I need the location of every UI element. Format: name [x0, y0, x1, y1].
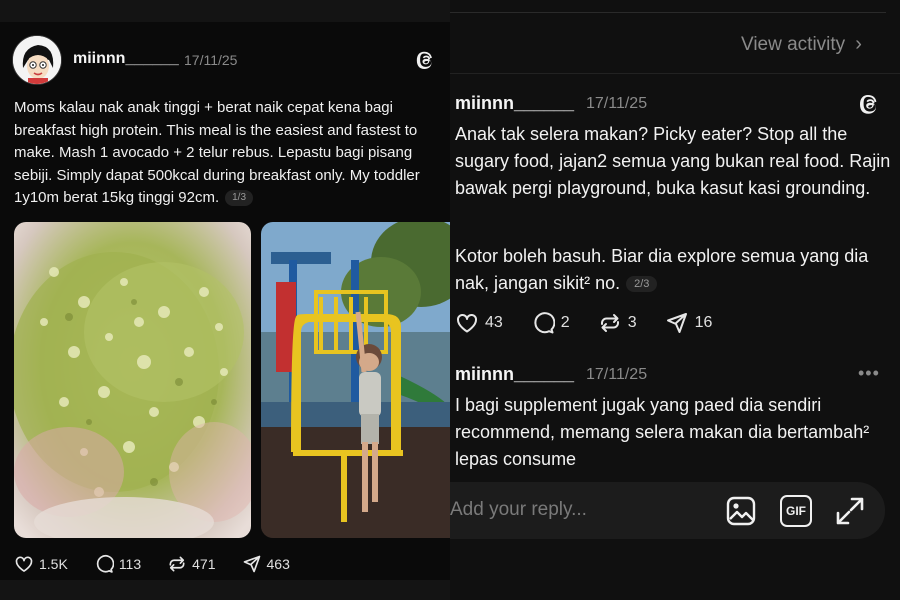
comment-icon — [96, 555, 114, 573]
gif-icon[interactable]: GIF — [780, 495, 812, 527]
repost-button[interactable]: 3 — [598, 311, 637, 335]
share-button[interactable]: 16 — [665, 311, 713, 335]
thread-post-paragraph-2-text: Kotor boleh basuh. Biar dia explore semu… — [455, 246, 869, 293]
playground-image — [261, 222, 450, 538]
top-strip — [0, 0, 450, 22]
divider — [450, 73, 900, 74]
share-icon — [666, 313, 687, 333]
reply-composer: GIF — [450, 482, 885, 539]
repost-icon — [600, 314, 619, 332]
reply-date: 17/11/25 — [586, 366, 648, 383]
avatar[interactable] — [12, 35, 62, 85]
divider — [450, 12, 886, 13]
comment-count: 113 — [118, 556, 142, 572]
more-options-icon[interactable]: ••• — [858, 363, 880, 384]
gif-label: GIF — [786, 504, 806, 518]
page-indicator: 2/3 — [626, 276, 658, 292]
expand-icon[interactable] — [834, 495, 866, 527]
comment-count: 2 — [560, 314, 570, 331]
repost-count: 3 — [627, 314, 637, 331]
thread-post-date: 17/11/25 — [586, 95, 648, 112]
reply-username[interactable]: miinnn______ — [455, 364, 574, 385]
like-count: 1.5K — [39, 556, 68, 572]
post-image-playground[interactable] — [261, 222, 450, 538]
post-text: Moms kalau nak anak tinggi + berat naik … — [14, 97, 442, 210]
heart-icon — [15, 556, 33, 572]
view-activity-link[interactable]: View activity › — [741, 33, 862, 56]
bottom-strip — [0, 580, 450, 600]
reply-text: I bagi supplement jugak yang paed dia se… — [455, 395, 870, 469]
post-image-avocado-egg-mash[interactable] — [14, 222, 251, 538]
view-activity-label: View activity — [741, 33, 846, 55]
right-thread-panel: View activity › miinnn______ 17/11/25 An… — [450, 0, 900, 600]
comment-button[interactable]: 113 — [94, 554, 141, 574]
post-text-content: Moms kalau nak anak tinggi + berat naik … — [14, 99, 420, 206]
comment-icon — [534, 312, 555, 334]
thread-post-paragraph-1: Anak tak selera makan? Picky eater? Stop… — [455, 124, 891, 198]
post-date: 17/11/25 — [184, 52, 238, 68]
threads-icon[interactable] — [858, 92, 882, 116]
repost-icon — [169, 556, 185, 572]
thread-post-actions: 43 2 3 16 — [455, 310, 740, 336]
share-count: 16 — [694, 314, 713, 331]
like-count: 43 — [485, 314, 503, 331]
reply-input[interactable] — [450, 499, 710, 521]
post-username[interactable]: miinnn______ — [73, 50, 179, 68]
page-indicator: 1/3 — [225, 190, 254, 206]
left-post-panel: miinnn______ 17/11/25 Moms kalau nak ana… — [0, 0, 450, 600]
comment-button[interactable]: 2 — [531, 311, 570, 335]
like-button[interactable]: 1.5K — [14, 554, 68, 574]
share-count: 463 — [266, 556, 290, 572]
avocado-egg-image — [14, 222, 251, 538]
post-actions: 1.5K 113 471 463 — [14, 553, 316, 575]
repost-button[interactable]: 471 — [167, 554, 216, 574]
image-icon[interactable] — [725, 495, 757, 527]
heart-icon — [457, 313, 477, 333]
share-icon — [243, 555, 260, 573]
repost-count: 471 — [192, 556, 216, 572]
thread-post-username[interactable]: miinnn______ — [455, 93, 574, 114]
share-button[interactable]: 463 — [242, 554, 290, 574]
avatar-image — [13, 36, 61, 84]
like-button[interactable]: 43 — [455, 311, 503, 335]
threads-icon[interactable] — [415, 49, 437, 71]
thread-post-paragraph-2: Kotor boleh basuh. Biar dia explore semu… — [455, 243, 895, 297]
chevron-right-icon: › — [855, 33, 862, 55]
